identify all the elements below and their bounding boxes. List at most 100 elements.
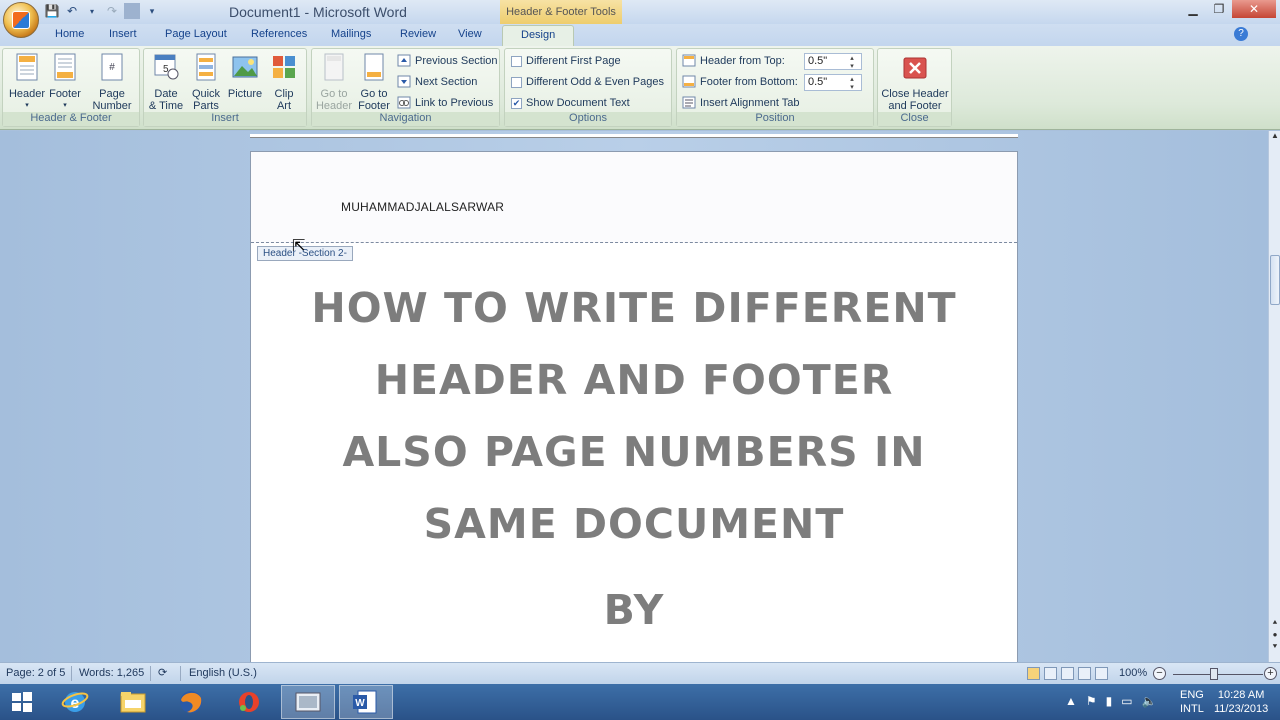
previous-page-icon[interactable]: ⯅ [1269,618,1280,630]
show-document-text-label: Show Document Text [526,97,630,109]
footer-button[interactable]: Footer ▾ [45,52,85,112]
link-to-previous-button[interactable]: Link to Previous [397,96,493,109]
close-window-icon[interactable]: ✕ [1232,0,1276,18]
tab-references[interactable]: References [251,28,307,40]
header-button[interactable]: Header ▾ [7,52,47,112]
next-page-icon[interactable]: ⯆ [1269,642,1280,654]
different-first-page-checkbox[interactable] [511,55,522,67]
file-explorer-icon[interactable] [106,685,160,719]
group-options: Different First Page Different Odd & Eve… [504,48,672,127]
system-clock[interactable]: 10:28 AM 11/23/2013 [1214,688,1268,716]
web-layout-view-icon[interactable] [1061,667,1074,680]
outline-view-icon[interactable] [1078,667,1091,680]
different-first-page-option[interactable]: Different First Page [511,55,621,67]
header-from-top-input[interactable]: 0.5" [804,53,862,70]
undo-icon[interactable]: ↶ [64,3,80,19]
body-line-2[interactable]: HEADER AND FOOTER [251,356,1017,404]
body-line-5[interactable]: BY [251,586,1017,634]
go-to-footer-button[interactable]: Go to Footer [354,52,394,112]
word-count[interactable]: Words: 1,265 [79,667,144,679]
page-count[interactable]: Page: 2 of 5 [6,667,65,679]
header-text[interactable]: MUHAMMADJALALSARWAR [341,200,504,214]
minimize-icon[interactable]: ▁ [1180,0,1206,18]
undo-dropdown-icon[interactable]: ▾ [84,3,100,19]
office-button[interactable] [3,2,39,38]
page-number-label-2: Number [92,100,132,112]
microsoft-word-icon[interactable]: W [339,685,393,719]
document-page[interactable]: MUHAMMADJALALSARWAR Header -Section 2- ⇱… [250,151,1018,662]
date-time-button[interactable]: 5 Date & Time [146,52,186,112]
redo-icon[interactable]: ↷ [104,3,120,19]
tab-review[interactable]: Review [400,28,436,40]
show-document-text-option[interactable]: ✔ Show Document Text [511,97,630,109]
tab-home[interactable]: Home [55,28,84,40]
restore-icon[interactable]: ❐ [1206,0,1232,18]
power-icon[interactable]: ▮ [1106,694,1113,708]
zoom-out-icon[interactable]: − [1153,667,1166,680]
zoom-level[interactable]: 100% [1119,667,1147,679]
header-region[interactable]: MUHAMMADJALALSARWAR [251,152,1017,243]
contextual-tab-header-footer-tools: Header & Footer Tools [500,0,622,24]
different-odd-even-checkbox[interactable] [511,76,522,88]
group-position: Header from Top: 0.5" Footer from Bottom… [676,48,874,127]
previous-section-button[interactable]: Previous Section [397,54,498,67]
page-number-button[interactable]: # Page Number [89,52,135,112]
customize-qat-icon[interactable]: ▾ [144,3,160,19]
tab-insert[interactable]: Insert [109,28,137,40]
body-line-3[interactable]: ALSO PAGE NUMBERS IN [251,428,1017,476]
windows-start-icon[interactable] [0,685,44,719]
zoom-slider-thumb[interactable] [1210,668,1218,680]
language-indicator[interactable]: English (U.S.) [189,667,257,679]
previous-section-icon [397,54,411,67]
video-recorder-icon[interactable] [281,685,335,719]
internet-explorer-icon[interactable]: e [48,685,102,719]
footer-from-bottom-row: Footer from Bottom: [682,75,798,88]
footer-from-bottom-input[interactable]: 0.5" [804,74,862,91]
tab-design[interactable]: Design [502,25,575,46]
firefox-icon[interactable] [164,685,218,719]
quick-parts-button[interactable]: Quick Parts [186,52,226,112]
proofing-icon[interactable]: ⟳ [158,666,167,679]
network-icon[interactable]: ▭ [1121,694,1132,708]
print-layout-view-icon[interactable] [1027,667,1040,680]
body-line-4[interactable]: SAME DOCUMENT [251,500,1017,548]
tab-mailings[interactable]: Mailings [331,28,371,40]
different-odd-even-option[interactable]: Different Odd & Even Pages [511,76,664,88]
picture-button[interactable]: Picture [225,52,265,100]
full-screen-reading-view-icon[interactable] [1044,667,1057,680]
group-label-navigation: Navigation [312,112,499,126]
help-icon[interactable]: ? [1234,27,1248,41]
close-header-footer-button[interactable]: Close Header and Footer [880,52,950,112]
insert-alignment-tab-button[interactable]: Insert Alignment Tab [682,96,799,109]
show-document-text-checkbox[interactable]: ✔ [511,97,522,109]
show-hidden-icons-icon[interactable]: ▲ [1065,694,1077,708]
go-to-header-button[interactable]: Go to Header [314,52,354,112]
tab-page-layout[interactable]: Page Layout [165,28,227,40]
opera-browser-icon[interactable] [222,685,276,719]
volume-icon[interactable]: 🔈 [1142,694,1157,708]
zoom-slider-track[interactable] [1173,674,1263,675]
tab-view[interactable]: View [458,28,482,40]
vertical-scrollbar[interactable]: ▲ ⯅ ● ⯆ [1268,131,1280,662]
input-language[interactable]: ENG INTL [1180,688,1204,716]
save-icon[interactable]: 💾 [44,3,60,19]
next-section-button[interactable]: Next Section [397,75,477,88]
zoom-in-icon[interactable]: + [1264,667,1277,680]
body-line-1[interactable]: HOW TO WRITE DIFFERENT [251,284,1017,332]
scroll-up-icon[interactable]: ▲ [1269,131,1280,143]
draft-view-icon[interactable] [1095,667,1108,680]
quick-parts-label-2: Parts [193,100,219,112]
ribbon: Header ▾ Footer ▾ # Page Number Header &… [0,46,1280,130]
calendar-clock-icon: 5 [154,54,179,80]
select-browse-object-icon[interactable]: ● [1269,630,1280,642]
scroll-thumb[interactable] [1270,255,1280,305]
action-center-flag-icon[interactable]: ⚑ [1086,694,1097,708]
go-to-header-icon [324,53,344,81]
group-label-header-footer: Header & Footer [3,112,139,126]
document-area[interactable]: MUHAMMADJALALSARWAR Header -Section 2- ⇱… [0,131,1268,662]
previous-page-edge [250,134,1018,138]
go-to-footer-label-1: Go to [360,88,388,100]
clip-art-button[interactable]: Clip Art [264,52,304,112]
status-separator [180,666,181,681]
status-separator [71,666,72,681]
